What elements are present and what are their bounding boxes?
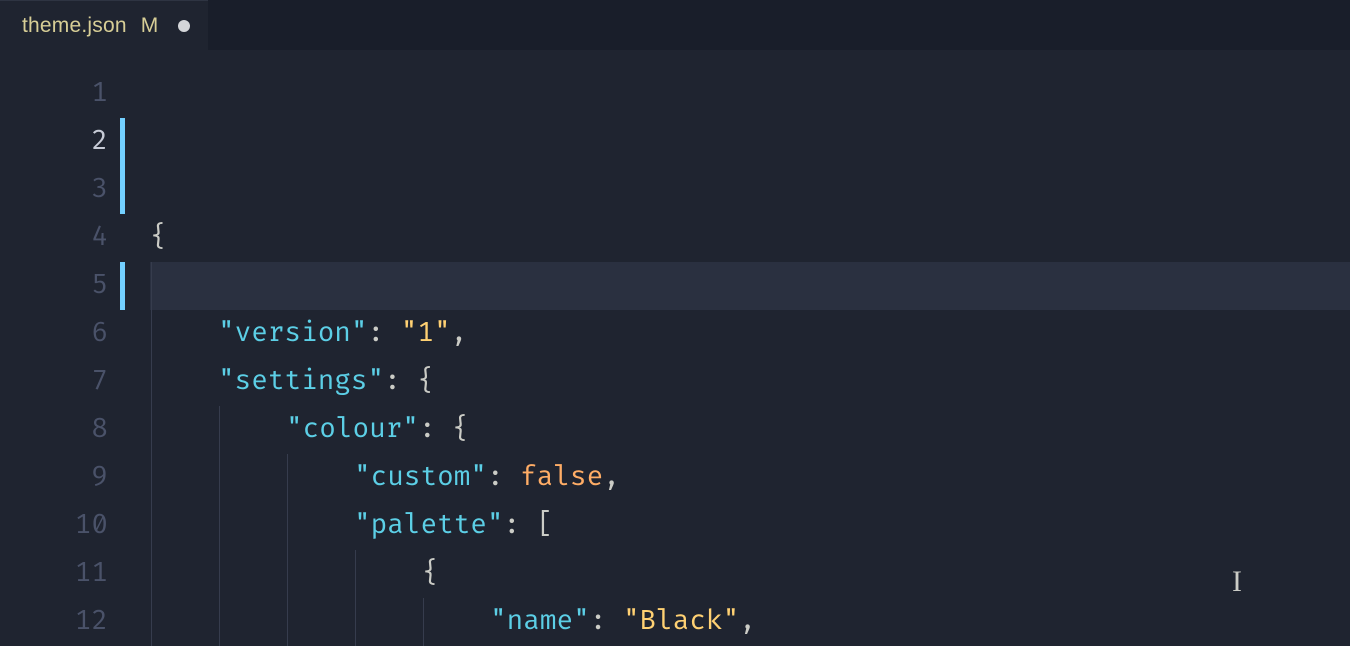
code-line[interactable]: "settings": { [150,358,1350,406]
line-number: 10 [0,502,108,550]
line-number: 9 [0,454,108,502]
code-line[interactable] [150,262,1350,310]
line-number: 2 [0,118,108,166]
line-number: 3 [0,166,108,214]
unsaved-dot-icon [178,20,190,32]
indent-guide [151,454,152,502]
indent-guide [151,598,152,646]
indent-guide [219,550,220,598]
code-line[interactable]: "custom": false, [150,454,1350,502]
diff-modified-mark [120,118,125,166]
code-text: "settings": { [150,365,434,398]
line-number: 1 [0,70,108,118]
line-number: 11 [0,550,108,598]
indent-guide [151,262,152,310]
code-text: "palette": [ [150,509,553,542]
diff-modified-mark [120,262,125,310]
code-line[interactable]: "name": "Black", [150,598,1350,646]
line-number: 7 [0,358,108,406]
code-line[interactable]: { [150,550,1350,598]
tab-theme-json[interactable]: theme.json M [0,0,208,50]
code-line[interactable]: { [150,214,1350,262]
indent-guide [151,550,152,598]
code-text: "version": "1", [150,317,467,350]
indent-guide [355,598,356,646]
line-number-gutter: 123456789101112 [0,70,120,646]
code-text: "name": "Black", [150,605,756,638]
line-number: 4 [0,214,108,262]
diff-change-bar [120,70,132,646]
code-line[interactable]: "colour": { [150,406,1350,454]
code-text: "colour": { [150,413,469,446]
line-number: 6 [0,310,108,358]
indent-guide [355,550,356,598]
code-area[interactable]: I {"version": "1","settings": {"colour":… [132,70,1350,646]
code-line[interactable]: "version": "1", [150,310,1350,358]
line-number: 12 [0,598,108,646]
indent-guide [219,406,220,454]
indent-guide [151,502,152,550]
tab-bar: theme.json M [0,0,1350,50]
indent-guide [151,406,152,454]
line-number: 8 [0,406,108,454]
code-text: { [150,557,439,590]
indent-guide [151,358,152,406]
indent-guide [219,454,220,502]
indent-guide [287,502,288,550]
line-number: 5 [0,262,108,310]
tab-filename: theme.json [22,14,127,38]
indent-guide [151,310,152,358]
indent-guide [423,598,424,646]
indent-guide [219,598,220,646]
diff-modified-mark [120,166,125,214]
code-text: { [150,221,167,254]
tab-modified-badge: M [141,14,159,38]
code-line[interactable]: "palette": [ [150,502,1350,550]
indent-guide [219,502,220,550]
indent-guide [287,598,288,646]
code-text: "custom": false, [150,461,620,494]
indent-guide [287,454,288,502]
indent-guide [287,550,288,598]
code-editor[interactable]: 123456789101112 I {"version": "1","setti… [0,50,1350,646]
